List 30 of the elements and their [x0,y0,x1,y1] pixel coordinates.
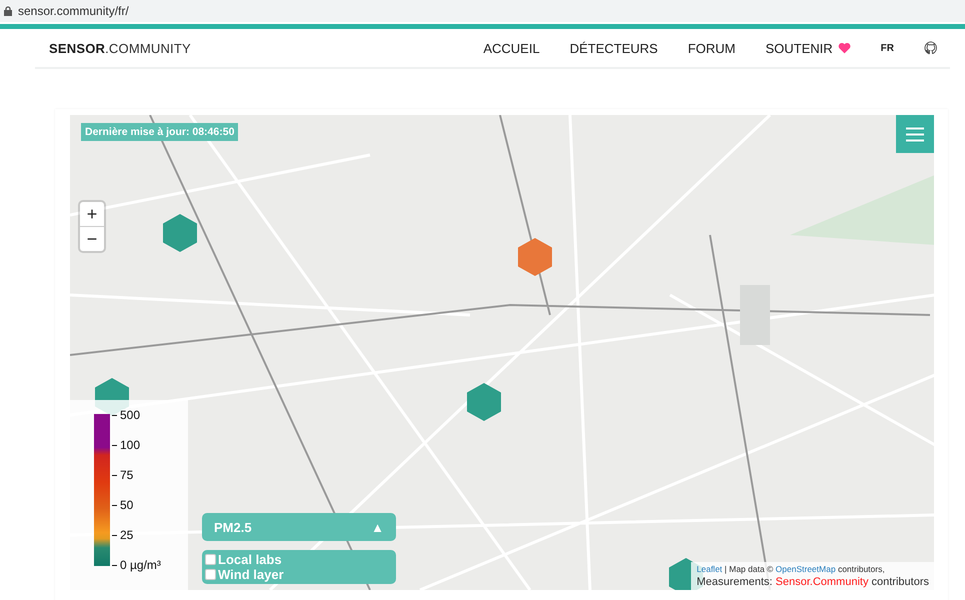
sensor-community-link[interactable]: Sensor.Community [776,576,868,588]
checkbox[interactable] [205,554,216,565]
nav-link[interactable]: ACCUEIL [483,40,540,56]
scale-label: 50 [112,498,161,512]
menu-icon [906,126,924,142]
attribution-text: Leaflet | Map data © OpenStreetMap contributors, [696,564,886,574]
last-update-label: Dernière mise à jour: 08:46:50 [81,123,238,141]
zoom-in-button[interactable]: + [80,202,104,227]
site-logo[interactable]: SENSOR.COMMUNITY [49,40,191,56]
scale-label: 25 [112,528,161,542]
heart-icon [838,42,851,54]
street-map[interactable]: Dernière mise à jour: 08:46:50 + − 500 100 75 50 25 0 µg/m³ PM2.5 ▲ Local labs Wind layer Leaflet | Map data © OpenStreetMap contributors, Measurements: Sensor.Community contributors [70,115,934,590]
url-text: sensor.community/fr/ [18,4,129,18]
menu-button[interactable] [896,115,934,153]
lock-icon [4,6,12,16]
leaflet-link[interactable]: Leaflet [696,564,722,574]
nav-link[interactable]: FORUM [688,40,736,56]
nav-link[interactable]: DÉTECTEURS [570,40,658,56]
language-link[interactable]: FR [880,42,894,54]
scale-label: 75 [112,468,161,482]
address-bar[interactable]: sensor.community/fr/ [0,0,965,22]
scale-label: 500 [112,408,161,422]
checkbox[interactable] [205,569,216,580]
measurements-text: Measurements: Sensor.Community contributors [696,576,929,588]
openstreetmap-link[interactable]: OpenStreetMap [776,564,836,574]
zoom-out-button[interactable]: − [80,227,104,251]
scale-label: 0 µg/m³ [112,558,161,572]
scale-label: 100 [112,438,161,452]
nav-link[interactable]: SOUTENIR [765,40,851,56]
github-icon[interactable] [924,41,938,55]
